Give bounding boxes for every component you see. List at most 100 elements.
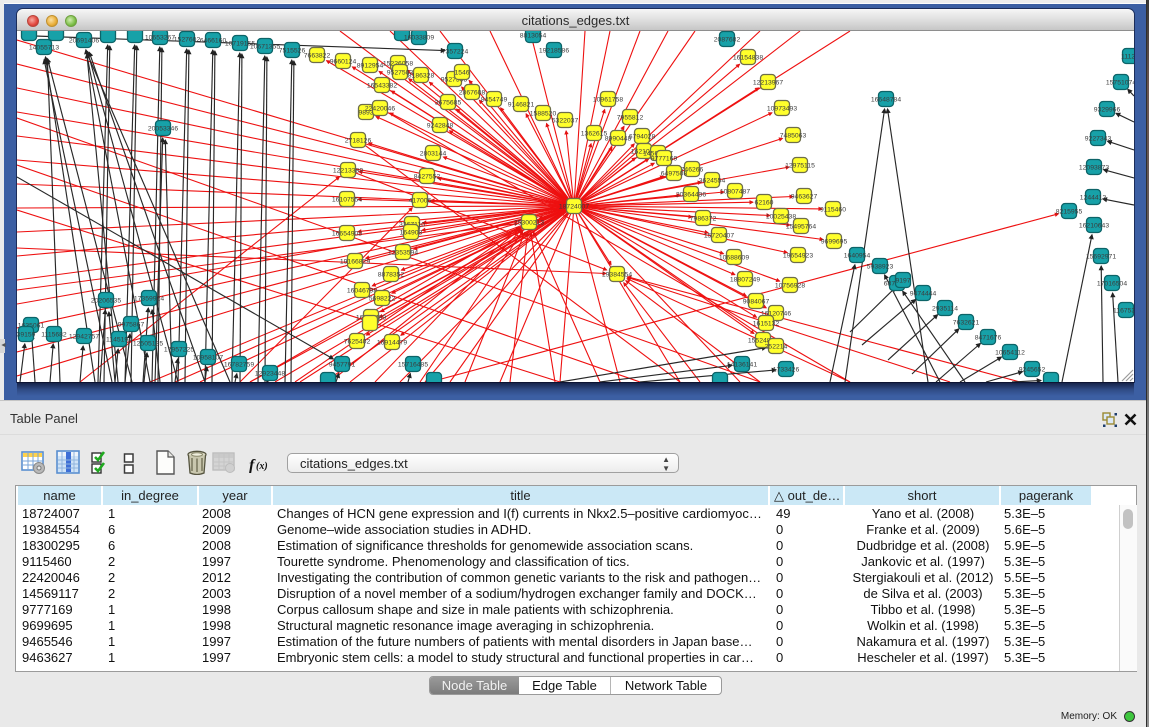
svg-text:7986372: 7986372 xyxy=(690,216,717,223)
svg-text:15751074: 15751074 xyxy=(1106,80,1134,87)
svg-text:17016504: 17016504 xyxy=(1097,281,1127,288)
svg-text:12353594: 12353594 xyxy=(388,250,418,257)
svg-text:7515526: 7515526 xyxy=(279,48,306,55)
svg-text:10025438: 10025438 xyxy=(766,214,796,221)
svg-text:2935114: 2935114 xyxy=(932,306,958,313)
svg-text:20053346: 20053346 xyxy=(148,126,178,133)
svg-text:6794028: 6794028 xyxy=(629,134,656,141)
svg-text:9463627: 9463627 xyxy=(791,194,818,201)
svg-text:12923448: 12923448 xyxy=(255,371,285,378)
svg-text:1167533: 1167533 xyxy=(1113,308,1134,315)
svg-text:22420046: 22420046 xyxy=(365,106,395,113)
svg-text:16107554: 16107554 xyxy=(332,197,362,204)
svg-text:8215955: 8215955 xyxy=(1056,209,1083,216)
svg-text:19384554: 19384554 xyxy=(602,272,632,279)
svg-text:19218586: 19218586 xyxy=(539,48,569,55)
svg-text:2803144: 2803144 xyxy=(420,151,447,158)
svg-text:1244413: 1244413 xyxy=(1080,195,1107,202)
svg-text:8912954: 8912954 xyxy=(357,63,384,70)
svg-text:14055713: 14055713 xyxy=(29,45,59,52)
svg-text:1640954: 1640954 xyxy=(844,253,871,260)
svg-text:20691406: 20691406 xyxy=(69,38,99,45)
svg-text:19654923: 19654923 xyxy=(783,253,813,260)
svg-text:8427552: 8427552 xyxy=(414,174,441,181)
svg-text:9245652: 9245652 xyxy=(1019,367,1046,374)
svg-text:9115460: 9115460 xyxy=(820,207,846,214)
svg-text:3624554: 3624554 xyxy=(699,178,726,185)
svg-text:12505135: 12505135 xyxy=(133,341,163,348)
svg-text:2867608: 2867608 xyxy=(459,90,486,97)
svg-text:7632621: 7632621 xyxy=(953,320,980,327)
svg-text:11123: 11123 xyxy=(1121,54,1134,61)
svg-text:10973493: 10973493 xyxy=(767,106,797,113)
svg-text:7663822: 7663822 xyxy=(304,53,331,60)
svg-text:8990448: 8990448 xyxy=(605,136,632,143)
svg-text:164908: 164908 xyxy=(400,230,423,237)
svg-text:2718126: 2718126 xyxy=(345,138,372,145)
svg-text:6497508: 6497508 xyxy=(661,171,688,178)
svg-text:16543382: 16543382 xyxy=(367,83,397,90)
svg-text:7955812: 7955812 xyxy=(617,115,644,122)
svg-text:5322037: 5322037 xyxy=(552,118,579,125)
svg-text:3675685: 3675685 xyxy=(435,100,462,107)
svg-text:16914479: 16914479 xyxy=(377,340,407,347)
svg-text:16033809: 16033809 xyxy=(404,35,434,42)
svg-text:20206535: 20206535 xyxy=(91,298,121,305)
svg-text:39159: 39159 xyxy=(17,332,36,339)
svg-text:1362615: 1362615 xyxy=(581,131,608,138)
svg-text:10653267: 10653267 xyxy=(145,35,175,42)
svg-text:1145194: 1145194 xyxy=(106,337,132,344)
svg-text:15716485: 15716485 xyxy=(398,362,428,369)
svg-text:9699695: 9699695 xyxy=(821,239,848,246)
svg-text:10756928: 10756928 xyxy=(775,283,805,290)
svg-text:9777169: 9777169 xyxy=(651,156,678,163)
svg-text:9146821: 9146821 xyxy=(508,102,535,109)
svg-text:7357224: 7357224 xyxy=(442,49,469,56)
svg-text:12093873: 12093873 xyxy=(1079,165,1109,172)
svg-text:8813054: 8813054 xyxy=(520,33,547,40)
svg-text:10688609: 10688609 xyxy=(719,255,749,262)
svg-text:8471676: 8471676 xyxy=(975,335,1002,342)
svg-text:62160: 62160 xyxy=(755,200,774,207)
svg-text:7485063: 7485063 xyxy=(780,133,807,140)
svg-text:1115682: 1115682 xyxy=(41,332,67,339)
svg-text:15495764: 15495764 xyxy=(786,224,816,231)
svg-text:16210643: 16210643 xyxy=(1079,223,1109,230)
svg-text:16654908: 16654908 xyxy=(332,231,362,238)
svg-text:5698222: 5698222 xyxy=(369,296,396,303)
svg-text:6466160: 6466160 xyxy=(200,38,227,45)
svg-text:8186328: 8186328 xyxy=(408,73,435,80)
svg-text:16782759: 16782759 xyxy=(224,362,254,369)
svg-text:18724007: 18724007 xyxy=(559,204,589,211)
svg-text:18807249: 18807249 xyxy=(730,277,760,284)
svg-text:9242848: 9242848 xyxy=(427,123,454,130)
svg-text:25300213: 25300213 xyxy=(514,220,544,227)
svg-text:17359924: 17359924 xyxy=(134,296,164,303)
svg-text:417006: 417006 xyxy=(409,198,432,205)
svg-text:1527602: 1527602 xyxy=(174,37,201,44)
svg-text:8878352: 8878352 xyxy=(378,272,405,279)
svg-text:9457791: 9457791 xyxy=(329,362,356,369)
svg-text:9975867: 9975867 xyxy=(118,322,145,329)
svg-text:(x): (x) xyxy=(256,461,268,472)
svg-text:16046798: 16046798 xyxy=(347,288,377,295)
svg-text:7625402: 7625402 xyxy=(344,339,371,346)
svg-text:1615132: 1615132 xyxy=(753,321,780,328)
svg-text:19166829: 19166829 xyxy=(340,259,370,266)
svg-text:1588520: 1588520 xyxy=(530,111,557,118)
svg-text:2087682: 2087682 xyxy=(714,37,741,44)
svg-text:10671355: 10671355 xyxy=(250,44,280,51)
svg-text:9227343: 9227343 xyxy=(1085,136,1112,143)
svg-text:16154838: 16154838 xyxy=(733,55,763,62)
svg-text:10961758: 10961758 xyxy=(593,97,623,104)
svg-text:20364436: 20364436 xyxy=(676,192,706,199)
svg-text:252214: 252214 xyxy=(765,344,788,351)
svg-text:9084067: 9084067 xyxy=(743,299,770,306)
svg-text:15692971: 15692971 xyxy=(1086,254,1116,261)
svg-text:12213389: 12213389 xyxy=(333,168,363,175)
svg-text:12975115: 12975115 xyxy=(785,163,815,170)
svg-text:10807487: 10807487 xyxy=(720,189,750,196)
svg-text:10958107: 10958107 xyxy=(193,355,223,362)
svg-text:9660124: 9660124 xyxy=(330,59,357,66)
svg-text:12213967: 12213967 xyxy=(753,80,783,87)
